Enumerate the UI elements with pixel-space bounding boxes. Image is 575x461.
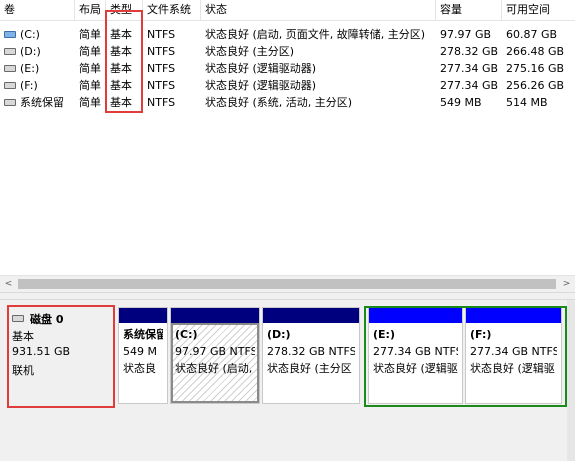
vertical-scrollbar[interactable] — [567, 300, 575, 461]
volume-free-space: 60.87 GB — [506, 28, 558, 41]
pane-splitter[interactable] — [0, 292, 575, 300]
partition-body: 系统保留 549 M 状态良 — [119, 323, 167, 403]
disk-panel-highlight — [7, 305, 115, 408]
volume-name: (E:) — [20, 62, 40, 75]
volume-layout: 简单 — [79, 96, 101, 109]
volume-layout: 简单 — [79, 79, 101, 92]
volume-name: (D:) — [20, 45, 41, 58]
volume-filesystem: NTFS — [147, 62, 176, 75]
volume-status: 状态良好 (系统, 活动, 主分区) — [205, 96, 353, 109]
volume-capacity: 549 MB — [440, 96, 482, 109]
partition-title: (C:) — [175, 328, 198, 341]
scrollbar-thumb[interactable] — [18, 279, 556, 289]
volume-free-space: 275.16 GB — [506, 62, 565, 75]
partition-block[interactable]: (C:) 97.97 GB NTFS 状态良好 (启动, — [170, 307, 260, 404]
volume-row[interactable]: (C:) 简单 基本 NTFS 状态良好 (启动, 页面文件, 故障转储, 主分区) 97… — [0, 26, 575, 43]
drive-icon — [4, 64, 16, 72]
volume-name: (F:) — [20, 79, 38, 92]
partition-size: 278.32 GB NTFS — [267, 345, 355, 358]
volume-row[interactable]: (E:) 简单 基本 NTFS 状态良好 (逻辑驱动器) 277.34 GB 275.16 … — [0, 60, 575, 77]
volume-free-space: 514 MB — [506, 96, 548, 109]
volume-name-cell: (D:) — [0, 43, 75, 60]
column-header-row: 卷 布局 类型 文件系统 状态 容量 可用空间 — [0, 0, 575, 21]
volume-capacity: 278.32 GB — [440, 45, 499, 58]
volume-row[interactable]: (F:) 简单 基本 NTFS 状态良好 (逻辑驱动器) 277.34 GB 256.26 … — [0, 77, 575, 94]
volume-capacity: 277.34 GB — [440, 79, 499, 92]
drive-icon — [4, 98, 16, 106]
partition-type-bar — [171, 308, 259, 323]
volume-name-cell: 系统保留 — [0, 94, 75, 111]
partition-block[interactable]: 系统保留 549 M 状态良 — [118, 307, 168, 404]
volume-layout: 简单 — [79, 45, 101, 58]
volume-layout: 简单 — [79, 62, 101, 75]
partition-status: 状态良 — [123, 362, 156, 375]
volume-list: 卷 布局 类型 文件系统 状态 容量 可用空间 (C:) 简单 基本 NTFS 状态良好… — [0, 0, 575, 292]
partition-size: 549 M — [123, 345, 157, 358]
partition-size: 97.97 GB NTFS — [175, 345, 255, 358]
volume-name-cell: (E:) — [0, 60, 75, 77]
partition-type-bar — [119, 308, 167, 323]
drive-icon — [4, 47, 16, 55]
volume-row[interactable]: (D:) 简单 基本 NTFS 状态良好 (主分区) 278.32 GB 266.48 GB — [0, 43, 575, 60]
column-header-capacity[interactable]: 容量 — [436, 0, 502, 20]
volume-capacity: 277.34 GB — [440, 62, 499, 75]
volume-free-space: 256.26 GB — [506, 79, 565, 92]
volume-free-space: 266.48 GB — [506, 45, 565, 58]
type-column-highlight — [105, 10, 143, 113]
partition-status: 状态良好 (主分区 — [267, 362, 352, 375]
system-drive-icon — [4, 30, 16, 38]
partition-body: (D:) 278.32 GB NTFS 状态良好 (主分区 — [263, 323, 359, 403]
volume-status: 状态良好 (启动, 页面文件, 故障转储, 主分区) — [205, 28, 426, 41]
volume-filesystem: NTFS — [147, 79, 176, 92]
drive-icon — [4, 81, 16, 89]
partition-type-bar — [263, 308, 359, 323]
volume-name: 系统保留 — [20, 96, 64, 109]
scroll-right-icon[interactable]: > — [558, 276, 575, 292]
extended-partition-highlight — [364, 306, 567, 407]
volume-capacity: 97.97 GB — [440, 28, 492, 41]
volume-status: 状态良好 (主分区) — [205, 45, 295, 58]
volume-filesystem: NTFS — [147, 28, 176, 41]
volume-layout: 简单 — [79, 28, 101, 41]
volume-name-cell: (C:) — [0, 26, 75, 43]
partition-block[interactable]: (D:) 278.32 GB NTFS 状态良好 (主分区 — [262, 307, 360, 404]
volume-filesystem: NTFS — [147, 96, 176, 109]
column-header-volume[interactable]: 卷 — [0, 0, 75, 20]
scroll-left-icon[interactable]: < — [0, 276, 17, 292]
column-header-free-space[interactable]: 可用空间 — [502, 0, 575, 20]
partition-title: 系统保留 — [123, 328, 163, 341]
partition-title: (D:) — [267, 328, 291, 341]
disk-map: 磁盘 0 基本 931.51 GB 联机 系统保留 549 M 状态良 (C:) 97.… — [0, 300, 575, 461]
partition-body: (C:) 97.97 GB NTFS 状态良好 (启动, — [171, 323, 259, 403]
volume-name-cell: (F:) — [0, 77, 75, 94]
volume-name: (C:) — [20, 28, 40, 41]
column-header-layout[interactable]: 布局 — [75, 0, 106, 20]
column-header-filesystem[interactable]: 文件系统 — [143, 0, 201, 20]
volume-status: 状态良好 (逻辑驱动器) — [205, 79, 317, 92]
volume-filesystem: NTFS — [147, 45, 176, 58]
partition-status: 状态良好 (启动, — [175, 362, 253, 375]
volume-status: 状态良好 (逻辑驱动器) — [205, 62, 317, 75]
column-header-status[interactable]: 状态 — [201, 0, 436, 20]
volume-row[interactable]: 系统保留 简单 基本 NTFS 状态良好 (系统, 活动, 主分区) 549 MB 514 … — [0, 94, 575, 111]
horizontal-scrollbar[interactable]: < > — [0, 275, 575, 292]
